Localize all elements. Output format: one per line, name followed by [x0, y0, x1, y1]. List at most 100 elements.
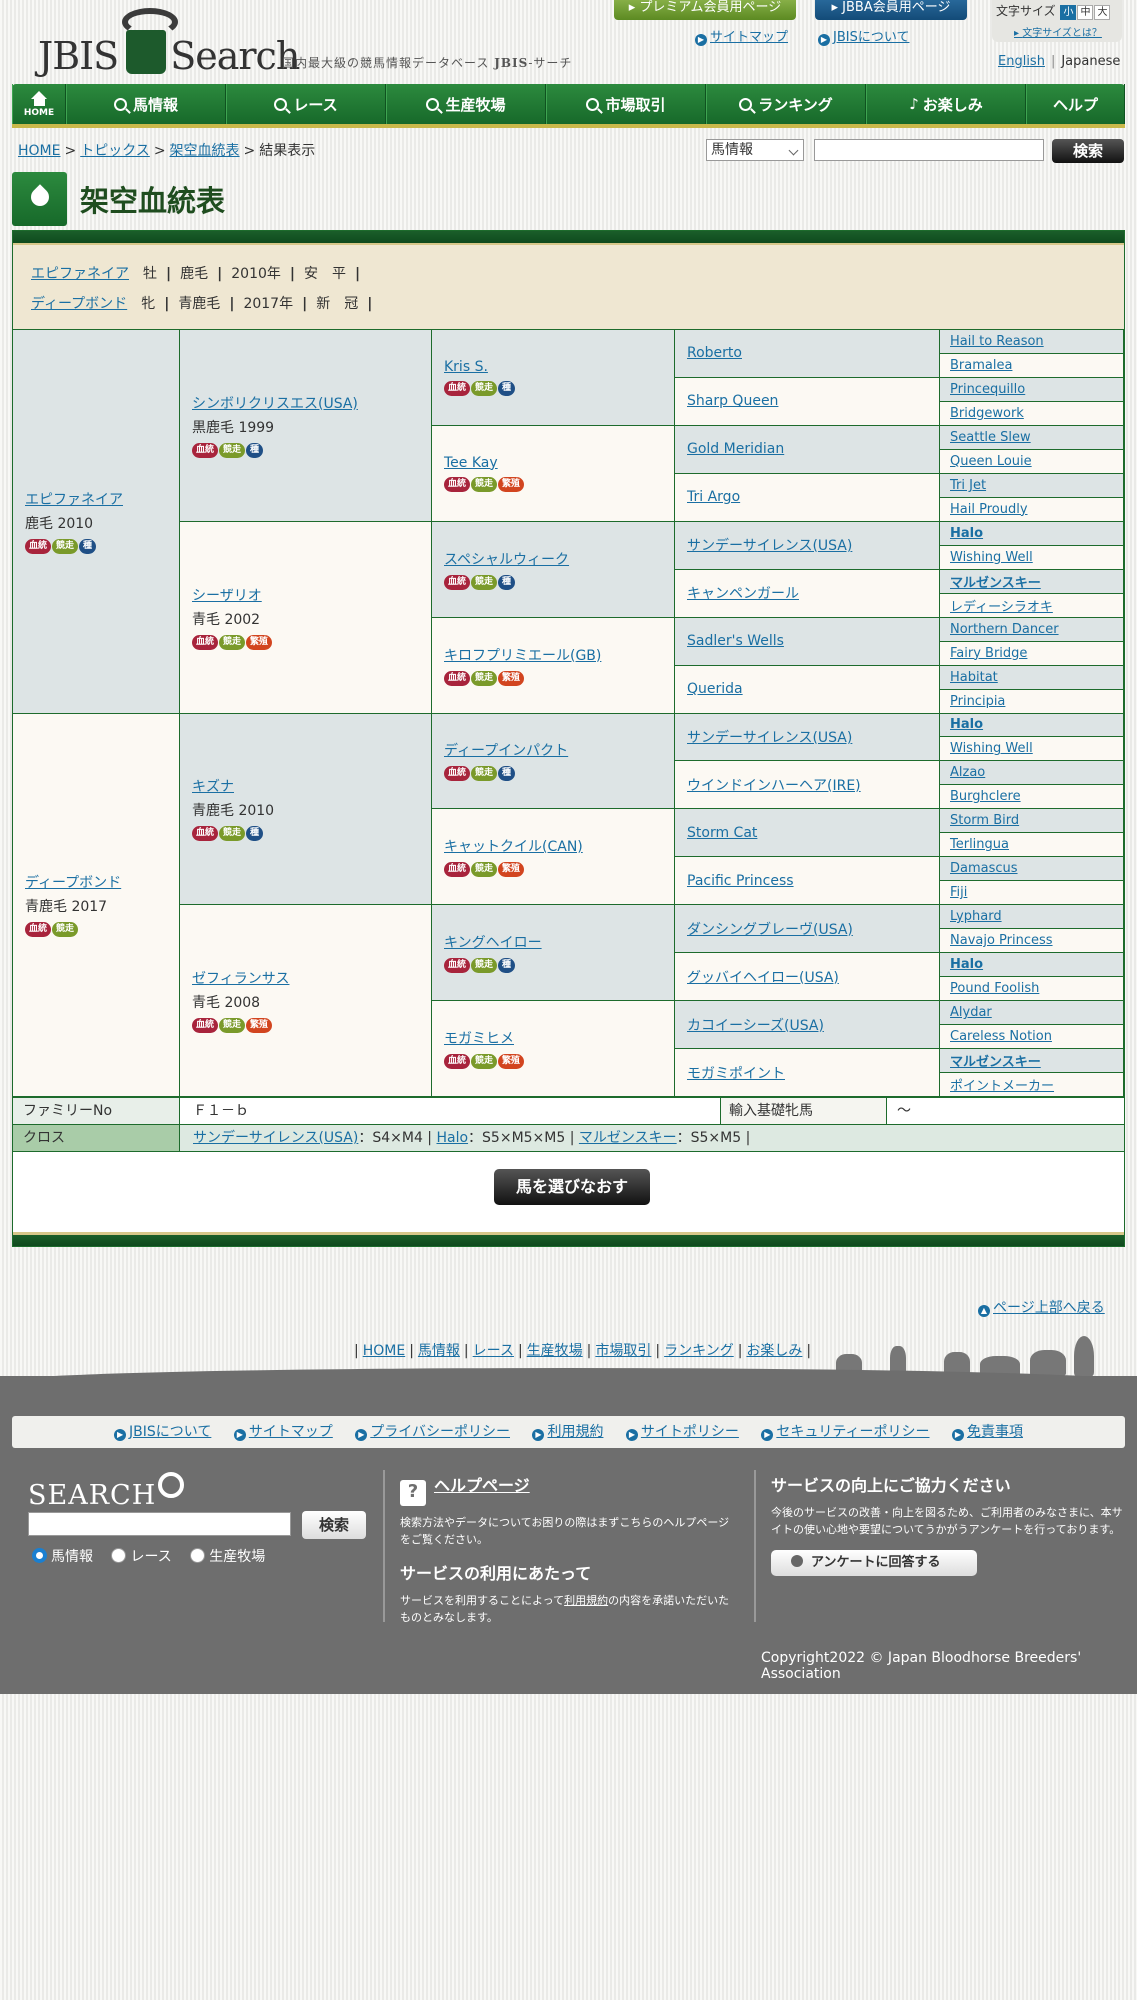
breeding-badge[interactable]: 繁殖: [498, 1054, 525, 1070]
nav-market[interactable]: 市場取引: [546, 84, 706, 124]
terms-link[interactable]: 利用規約: [564, 1594, 608, 1607]
horse-link[interactable]: ウインドインハーヘア(IRE): [687, 775, 939, 795]
horse-link[interactable]: モガミポイント: [687, 1063, 939, 1083]
horse-link[interactable]: Alydar: [950, 1005, 1123, 1020]
race-badge[interactable]: 競走: [471, 670, 498, 686]
breeding-badge[interactable]: 繁殖: [498, 670, 525, 686]
horse-link[interactable]: Hail Proudly: [950, 502, 1123, 517]
pedigree-badge[interactable]: 血統: [444, 1054, 471, 1070]
horse-link[interactable]: Gold Meridian: [687, 441, 939, 457]
jbis-logo[interactable]: JBIS Search: [38, 4, 300, 78]
pedigree-badge[interactable]: 血統: [192, 634, 219, 650]
radio-horse[interactable]: 馬情報: [32, 1548, 93, 1565]
horse-link[interactable]: レディーシラオキ: [950, 596, 1123, 615]
horse-link[interactable]: Burghclere: [950, 789, 1123, 804]
breeding-badge[interactable]: 繁殖: [246, 634, 273, 650]
race-badge[interactable]: 競走: [471, 1054, 498, 1070]
horse-link[interactable]: キャンペンガール: [687, 583, 939, 603]
horse-link[interactable]: Tri Argo: [687, 489, 939, 505]
english-link[interactable]: English: [998, 54, 1045, 69]
nav-horse-info[interactable]: 馬情報: [66, 84, 226, 124]
horse-link[interactable]: Seattle Slew: [950, 430, 1123, 445]
horse-link[interactable]: Hail to Reason: [950, 334, 1123, 349]
horse-link[interactable]: ゼフィランサス: [192, 968, 431, 988]
horse-link[interactable]: Tri Jet: [950, 478, 1123, 493]
pedigree-badge[interactable]: 血統: [444, 670, 471, 686]
font-size-medium[interactable]: 中: [1077, 5, 1094, 20]
footer-link[interactable]: ▶ 免責事項: [951, 1424, 1023, 1441]
footer-nav-link[interactable]: レース: [473, 1343, 514, 1359]
horse-link[interactable]: グッバイヘイロー(USA): [687, 967, 939, 987]
horse-link[interactable]: Queen Louie: [950, 454, 1123, 469]
horse-link[interactable]: Wishing Well: [950, 741, 1123, 756]
pedigree-badge[interactable]: 血統: [444, 476, 471, 492]
font-size-help-link[interactable]: ▸ 文字サイズとは？: [996, 24, 1122, 39]
cross-link[interactable]: サンデーサイレンス(USA): [193, 1130, 358, 1146]
horse-link[interactable]: Halo: [950, 957, 1123, 972]
horse-link[interactable]: マルゼンスキー: [950, 1051, 1123, 1070]
horse-link[interactable]: キズナ: [192, 776, 431, 796]
horse-link[interactable]: Sharp Queen: [687, 393, 939, 409]
footer-search-button[interactable]: 検索: [302, 1511, 366, 1539]
sire-link[interactable]: エピファネイア: [31, 266, 129, 282]
footer-link[interactable]: ▶ プライバシーポリシー: [355, 1424, 510, 1441]
race-badge[interactable]: 競走: [471, 476, 498, 492]
horse-link[interactable]: Princequillo: [950, 382, 1123, 397]
pedigree-badge[interactable]: 血統: [25, 538, 52, 554]
nav-home[interactable]: HOME: [12, 84, 66, 124]
horse-link[interactable]: マルゼンスキー: [950, 572, 1123, 591]
horse-link[interactable]: Pacific Princess: [687, 873, 939, 889]
pedigree-badge[interactable]: 血統: [444, 958, 471, 974]
search-button[interactable]: 検索: [1052, 139, 1124, 163]
race-badge[interactable]: 競走: [471, 574, 498, 590]
pedigree-badge[interactable]: 血統: [444, 380, 471, 396]
horse-link[interactable]: Storm Bird: [950, 813, 1123, 828]
footer-link[interactable]: ▶ セキュリティーポリシー: [761, 1424, 930, 1441]
footer-search-input[interactable]: [28, 1512, 291, 1536]
dam-link[interactable]: ディープボンド: [31, 296, 127, 312]
horse-link[interactable]: Roberto: [687, 345, 939, 361]
footer-nav-link[interactable]: HOME: [363, 1343, 405, 1359]
horse-link[interactable]: Sadler's Wells: [687, 633, 939, 649]
horse-link[interactable]: Tee Kay: [444, 455, 674, 471]
stud-badge[interactable]: 種: [246, 442, 264, 458]
horse-link[interactable]: シンボリクリスエス(USA): [192, 393, 431, 413]
pedigree-badge[interactable]: 血統: [444, 574, 471, 590]
horse-link[interactable]: キングヘイロー: [444, 932, 674, 952]
horse-link[interactable]: Fairy Bridge: [950, 646, 1123, 661]
horse-link[interactable]: Lyphard: [950, 909, 1123, 924]
stud-badge[interactable]: 種: [498, 574, 516, 590]
search-input[interactable]: [814, 139, 1044, 161]
pedigree-badge[interactable]: 血統: [192, 442, 219, 458]
race-badge[interactable]: 競走: [52, 922, 79, 938]
horse-link[interactable]: サンデーサイレンス(USA): [687, 727, 939, 747]
footer-link[interactable]: ▶ サイトポリシー: [625, 1424, 739, 1441]
horse-link[interactable]: ディープインパクト: [444, 740, 674, 760]
race-badge[interactable]: 競走: [52, 538, 79, 554]
breadcrumb-home[interactable]: HOME: [18, 143, 60, 159]
race-badge[interactable]: 競走: [471, 958, 498, 974]
race-badge[interactable]: 競走: [219, 1018, 246, 1034]
nav-farm[interactable]: 生産牧場: [386, 84, 546, 124]
horse-link[interactable]: Storm Cat: [687, 825, 939, 841]
horse-link[interactable]: Querida: [687, 681, 939, 697]
horse-link[interactable]: ポイントメーカー: [950, 1075, 1123, 1094]
horse-link[interactable]: Wishing Well: [950, 550, 1123, 565]
footer-nav-link[interactable]: 市場取引: [595, 1343, 651, 1359]
race-badge[interactable]: 競走: [219, 442, 246, 458]
survey-button[interactable]: アンケートに回答する: [771, 1550, 977, 1576]
jbba-member-button[interactable]: ▸ JBBA会員用ページ: [815, 0, 967, 20]
pedigree-badge[interactable]: 血統: [444, 766, 471, 782]
horse-link[interactable]: Principia: [950, 694, 1123, 709]
cross-link[interactable]: Halo: [436, 1130, 468, 1146]
race-badge[interactable]: 競走: [471, 766, 498, 782]
race-badge[interactable]: 競走: [219, 634, 246, 650]
race-badge[interactable]: 競走: [471, 862, 498, 878]
breadcrumb-pedigree[interactable]: 架空血統表: [170, 143, 240, 159]
pedigree-badge[interactable]: 血統: [192, 1018, 219, 1034]
horse-link[interactable]: カコイーシーズ(USA): [687, 1015, 939, 1035]
rechoose-horse-button[interactable]: 馬を選びなおす: [494, 1169, 650, 1205]
stud-badge[interactable]: 種: [246, 826, 264, 842]
stud-badge[interactable]: 種: [79, 538, 97, 554]
footer-link[interactable]: ▶ JBISについて: [114, 1424, 211, 1441]
